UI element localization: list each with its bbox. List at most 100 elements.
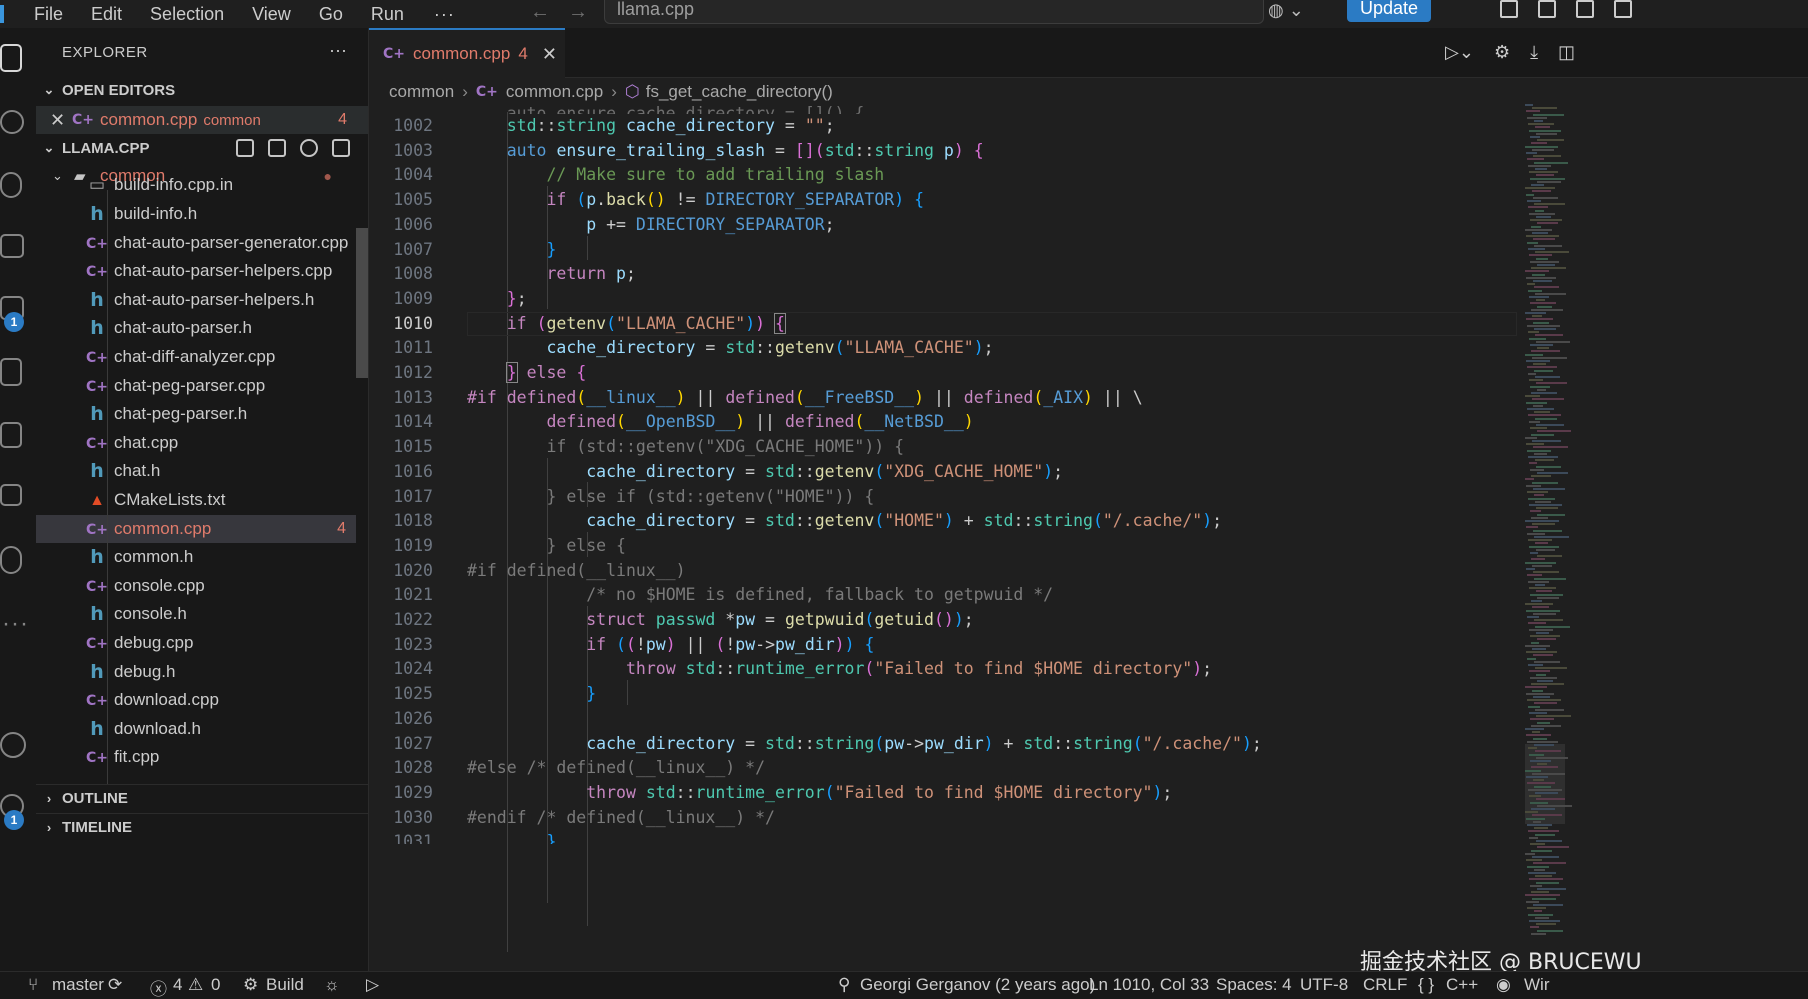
toggle-panel-icon[interactable] xyxy=(1576,0,1594,18)
copilot-icon[interactable]: ◍ ⌄ xyxy=(1268,0,1304,21)
partial-file-row[interactable]: ▭ build-info.cpp.in xyxy=(36,178,356,192)
copilot-chat-icon[interactable] xyxy=(1500,0,1518,18)
status-trailing[interactable]: Wir xyxy=(1524,975,1549,995)
collapse-all-icon[interactable] xyxy=(332,139,350,157)
file-row[interactable]: C+ debug.cpp xyxy=(36,629,356,657)
menu-go[interactable]: Go xyxy=(319,4,343,25)
menu-file[interactable]: File xyxy=(34,4,63,25)
run-play-icon[interactable]: ▷ xyxy=(366,975,379,995)
menu-run[interactable]: Run xyxy=(371,4,404,25)
timeline-icon[interactable] xyxy=(0,546,22,574)
branch-icon[interactable]: ⑂ xyxy=(28,975,38,995)
copilot-status-icon[interactable]: ◉ xyxy=(1496,975,1511,995)
status-eol[interactable]: CRLF xyxy=(1363,975,1407,995)
file-row[interactable]: C+ chat.cpp xyxy=(36,429,356,457)
minimap-line xyxy=(1531,891,1549,894)
minimap-line xyxy=(1525,894,1560,897)
status-indentation[interactable]: Spaces: 4 xyxy=(1216,975,1292,995)
toggle-sidebar-icon[interactable] xyxy=(1538,0,1556,18)
explorer-more-button[interactable]: ··· xyxy=(329,40,347,61)
minimap-line xyxy=(1536,798,1565,801)
file-row[interactable]: C+ chat-auto-parser-generator.cpp xyxy=(36,229,356,257)
file-row[interactable]: C+ chat-peg-parser.cpp xyxy=(36,372,356,400)
file-row[interactable]: C+ download.cpp xyxy=(36,686,356,714)
breadcrumb-file[interactable]: common.cpp xyxy=(506,82,603,102)
explorer-icon[interactable] xyxy=(0,44,22,72)
menu-edit[interactable]: Edit xyxy=(91,4,122,25)
split-editor-icon[interactable]: ◫ xyxy=(1558,42,1575,63)
minimap-line xyxy=(1534,286,1559,289)
status-errors[interactable]: 4 xyxy=(173,975,182,995)
toggle-secondary-sidebar-icon[interactable] xyxy=(1614,0,1632,18)
minimap-line xyxy=(1532,564,1552,567)
file-row[interactable]: h chat-auto-parser-helpers.h xyxy=(36,286,356,314)
debug-bug-icon[interactable]: ☼ xyxy=(324,975,340,995)
file-problem-count: 4 xyxy=(337,519,346,537)
file-row[interactable]: C+ console.cpp xyxy=(36,572,356,600)
settings-gear-icon[interactable]: ⚙ xyxy=(1494,42,1510,63)
file-row[interactable]: h chat.h xyxy=(36,457,356,485)
menu-selection[interactable]: Selection xyxy=(150,4,224,25)
status-build[interactable]: Build xyxy=(266,975,304,995)
code-line: 1026 xyxy=(393,708,433,728)
minimap-line xyxy=(1531,184,1544,186)
search-icon[interactable] xyxy=(0,110,24,134)
minimap-line xyxy=(1533,280,1552,282)
timeline-section[interactable]: › TIMELINE xyxy=(36,813,368,841)
file-row[interactable]: h chat-peg-parser.h xyxy=(36,400,356,428)
status-encoding[interactable]: UTF-8 xyxy=(1300,975,1348,995)
file-row[interactable]: C+ chat-diff-analyzer.cpp xyxy=(36,343,356,371)
open-editors-section[interactable]: ⌄ OPEN EDITORS xyxy=(36,76,368,104)
forward-arrow-icon[interactable]: → xyxy=(568,1,588,23)
minimap-line xyxy=(1529,628,1553,631)
download-icon[interactable]: ⤓ xyxy=(1530,42,1538,63)
file-row[interactable]: C+ chat-auto-parser-helpers.cpp xyxy=(36,257,356,285)
update-button[interactable]: Update xyxy=(1347,0,1431,22)
file-row[interactable]: h common.h xyxy=(36,543,356,571)
file-row[interactable]: h console.h xyxy=(36,600,356,628)
minimap[interactable] xyxy=(1525,104,1808,964)
menu-view[interactable]: View xyxy=(252,4,291,25)
remote-explorer-icon[interactable] xyxy=(0,422,22,448)
warning-icon[interactable]: ⚠ xyxy=(188,975,203,995)
breadcrumb-folder[interactable]: common xyxy=(389,82,454,102)
file-row[interactable]: ▲ CMakeLists.txt xyxy=(36,486,356,514)
file-row[interactable]: h download.h xyxy=(36,715,356,743)
back-arrow-icon[interactable]: ← xyxy=(530,1,550,23)
file-row[interactable]: C+ common.cpp 4 xyxy=(36,514,356,543)
command-center-search[interactable]: llama.cpp xyxy=(604,0,1264,24)
tab-label: common.cpp xyxy=(413,44,511,63)
status-cursor-position[interactable]: Ln 1010, Col 33 xyxy=(1089,975,1209,995)
sidebar-scrollbar[interactable] xyxy=(356,228,368,378)
file-row[interactable]: h debug.h xyxy=(36,658,356,686)
status-blame[interactable]: Georgi Gerganov (2 years ago) xyxy=(860,975,1095,995)
menu-more[interactable]: ··· xyxy=(434,4,455,25)
run-debug-icon[interactable] xyxy=(0,234,24,258)
more-views-icon[interactable]: ··· xyxy=(2,610,29,638)
tab-common-cpp[interactable]: C+ common.cpp 4 ✕ xyxy=(369,28,565,78)
chevron-right-icon: › xyxy=(462,82,468,101)
status-warnings[interactable]: 0 xyxy=(211,975,220,995)
breadcrumb-symbol[interactable]: fs_get_cache_directory() xyxy=(646,82,833,102)
testing-icon[interactable] xyxy=(0,358,22,386)
run-icon[interactable]: ▷⌄ xyxy=(1445,42,1474,63)
build-gear-icon[interactable]: ⚙ xyxy=(243,975,258,995)
source-control-icon[interactable] xyxy=(0,172,22,198)
error-icon[interactable]: ⓧ xyxy=(150,975,167,999)
minimap-line xyxy=(1532,440,1561,442)
new-file-icon[interactable] xyxy=(236,139,254,157)
sync-icon[interactable]: ⟳ xyxy=(108,975,122,995)
refresh-icon[interactable] xyxy=(300,139,318,157)
outline-section[interactable]: › OUTLINE xyxy=(36,784,368,812)
close-icon[interactable]: ✕ xyxy=(542,44,557,65)
close-icon[interactable]: ✕ xyxy=(50,110,72,131)
account-icon[interactable] xyxy=(0,732,26,758)
status-branch[interactable]: master xyxy=(52,975,104,995)
new-folder-icon[interactable] xyxy=(268,139,286,157)
status-language[interactable]: C++ xyxy=(1446,975,1478,995)
file-row[interactable]: h build-info.h xyxy=(36,200,356,228)
file-row[interactable]: C+ fit.cpp xyxy=(36,743,356,771)
file-row[interactable]: h chat-auto-parser.h xyxy=(36,314,356,342)
output-icon[interactable] xyxy=(0,484,22,506)
open-editor-item[interactable]: ✕ C+ common.cpp common 4 xyxy=(36,106,368,134)
